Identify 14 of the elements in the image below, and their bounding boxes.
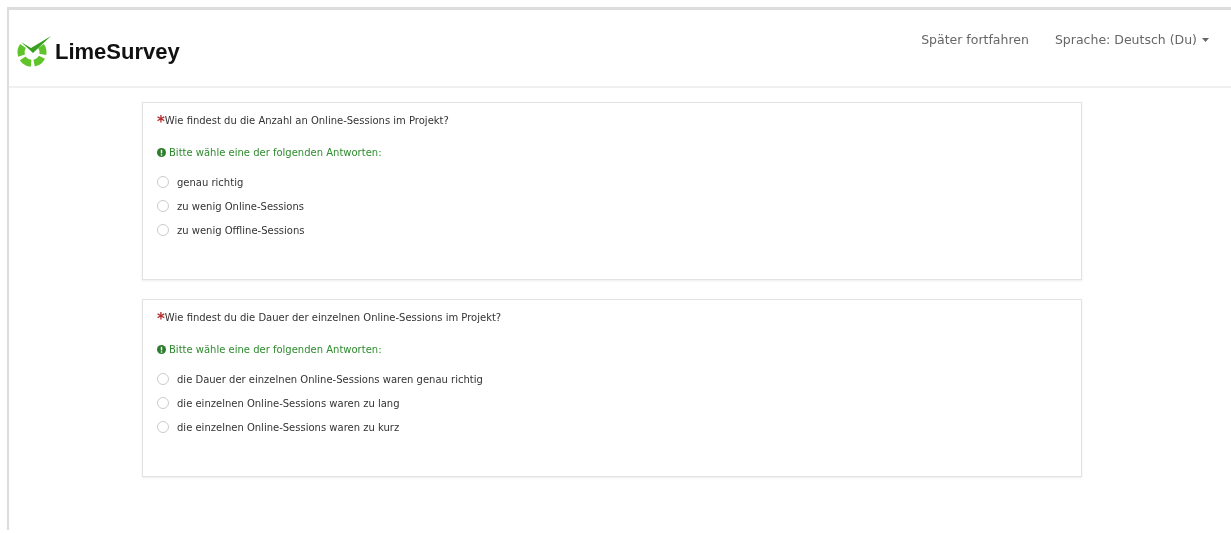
option-label[interactable]: genau richtig bbox=[177, 176, 244, 188]
option-label[interactable]: die einzelnen Online-Sessions waren zu lang bbox=[177, 397, 400, 409]
language-dropdown[interactable]: Sprache: Deutsch (Du) bbox=[1054, 32, 1209, 47]
option-label[interactable]: zu wenig Online-Sessions bbox=[177, 200, 304, 212]
resume-later-link[interactable]: Später fortfahren bbox=[921, 32, 1029, 47]
exclamation-icon bbox=[157, 148, 166, 157]
hint-text: Bitte wähle eine der folgenden Antworten: bbox=[169, 344, 382, 355]
option-label[interactable]: zu wenig Offline-Sessions bbox=[177, 224, 305, 236]
hint-text: Bitte wähle eine der folgenden Antworten: bbox=[169, 147, 382, 158]
option-label[interactable]: die einzelnen Online-Sessions waren zu kurz bbox=[177, 421, 400, 433]
option-label[interactable]: die Dauer der einzelnen Online-Sessions waren genau richtig bbox=[177, 373, 483, 385]
exclamation-icon bbox=[157, 345, 166, 354]
logo-text: LimeSurvey bbox=[55, 39, 180, 65]
caret-icon bbox=[1202, 37, 1209, 42]
